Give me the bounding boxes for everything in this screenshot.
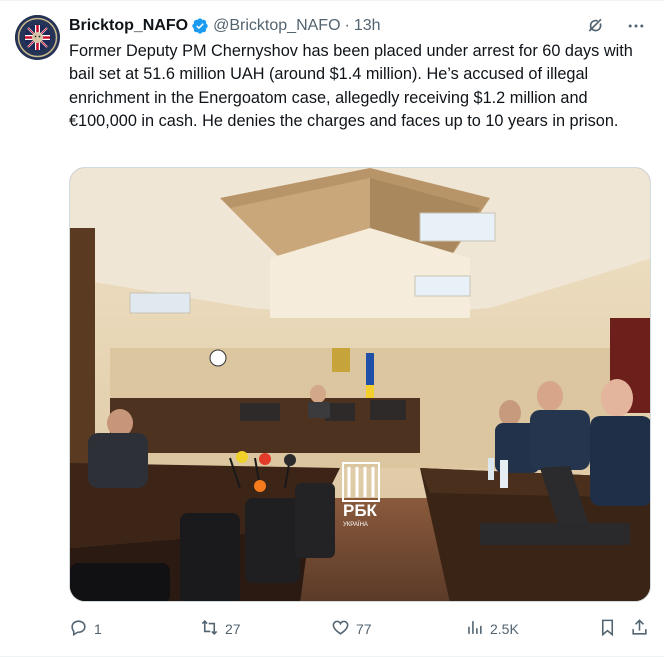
watermark-text: РБК	[343, 501, 378, 520]
share-button[interactable]	[630, 614, 649, 644]
reply-button[interactable]: 1	[69, 614, 102, 644]
like-icon	[331, 618, 350, 640]
repost-count: 27	[225, 621, 241, 637]
tweet-photo[interactable]: РБК УКРАЇНА	[69, 167, 651, 602]
bookmark-icon	[598, 618, 617, 640]
like-count: 77	[356, 621, 372, 637]
verified-badge-icon	[191, 17, 209, 35]
reply-count: 1	[94, 621, 102, 637]
top-divider	[0, 0, 664, 1]
tweet-header: Bricktop_NAFO @Bricktop_NAFO · 13h	[69, 14, 650, 38]
repost-button[interactable]: 27	[200, 614, 241, 644]
bookmark-button[interactable]	[598, 614, 617, 644]
views-count: 2.5K	[490, 621, 519, 637]
separator-dot: ·	[344, 17, 350, 34]
reply-icon	[69, 618, 88, 640]
action-bar: 1 27 77 2.5K	[69, 614, 651, 644]
repost-icon	[200, 618, 219, 640]
share-icon	[630, 618, 649, 640]
tweet-text: Former Deputy PM Chernyshov has been pla…	[69, 42, 633, 131]
author-name[interactable]: Bricktop_NAFO	[69, 17, 188, 35]
timestamp[interactable]: 13h	[354, 17, 381, 35]
tweet[interactable]: Bricktop_NAFO @Bricktop_NAFO · 13h Forme…	[0, 0, 664, 657]
grok-icon[interactable]	[586, 16, 606, 36]
like-button[interactable]: 77	[331, 614, 372, 644]
views-icon	[465, 618, 484, 640]
author-handle[interactable]: @Bricktop_NAFO	[213, 17, 340, 35]
avatar[interactable]	[15, 15, 60, 60]
watermark-subtext: УКРАЇНА	[343, 521, 368, 528]
views-button[interactable]: 2.5K	[465, 614, 519, 644]
more-icon[interactable]	[626, 16, 646, 36]
